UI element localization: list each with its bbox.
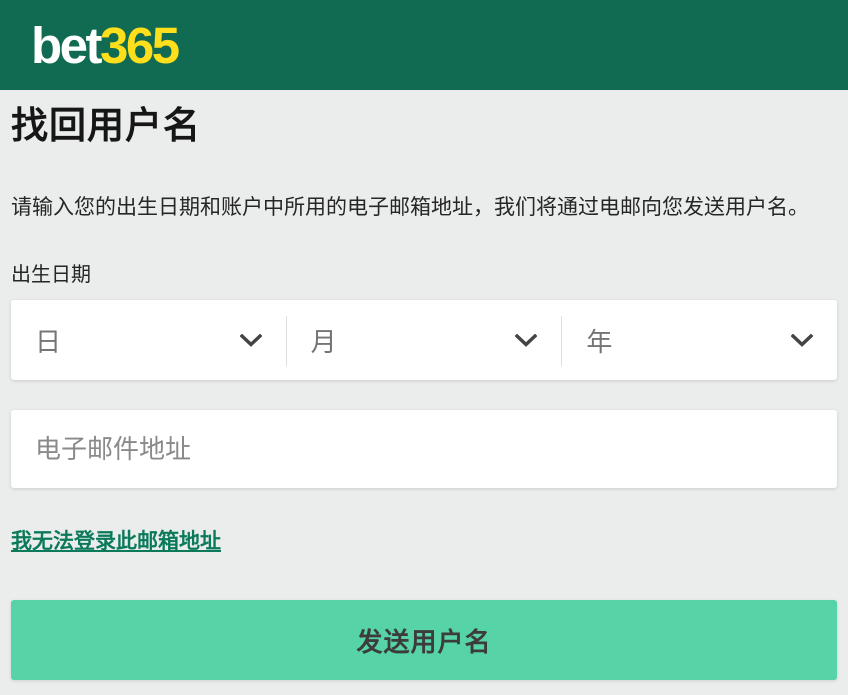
- instruction-text: 请输入您的出生日期和账户中所用的电子邮箱地址，我们将通过电邮向您发送用户名。: [11, 194, 837, 222]
- logo-365-text: 365: [100, 17, 178, 74]
- dob-year-label: 年: [586, 322, 612, 359]
- email-input[interactable]: [11, 410, 837, 488]
- dob-month-select[interactable]: 月: [287, 300, 562, 380]
- dob-day-select[interactable]: 日: [11, 300, 286, 380]
- chevron-down-icon: [791, 334, 813, 347]
- bet365-logo[interactable]: bet365: [31, 20, 178, 71]
- main-content: 找回用户名 请输入您的出生日期和账户中所用的电子邮箱地址，我们将通过电邮向您发送…: [0, 102, 848, 680]
- cannot-access-email-link[interactable]: 我无法登录此邮箱地址: [11, 531, 221, 553]
- chevron-down-icon: [515, 334, 537, 347]
- dob-select-row: 日 月 年: [11, 300, 837, 380]
- send-username-button[interactable]: 发送用户名: [11, 600, 837, 680]
- dob-month-label: 月: [311, 322, 337, 359]
- page-title: 找回用户名: [11, 102, 837, 150]
- dob-year-select[interactable]: 年: [562, 300, 837, 380]
- dob-day-label: 日: [35, 322, 61, 359]
- logo-bet-text: bet: [31, 17, 100, 74]
- dob-label: 出生日期: [11, 264, 837, 286]
- chevron-down-icon: [240, 334, 262, 347]
- top-header: bet365: [0, 0, 848, 90]
